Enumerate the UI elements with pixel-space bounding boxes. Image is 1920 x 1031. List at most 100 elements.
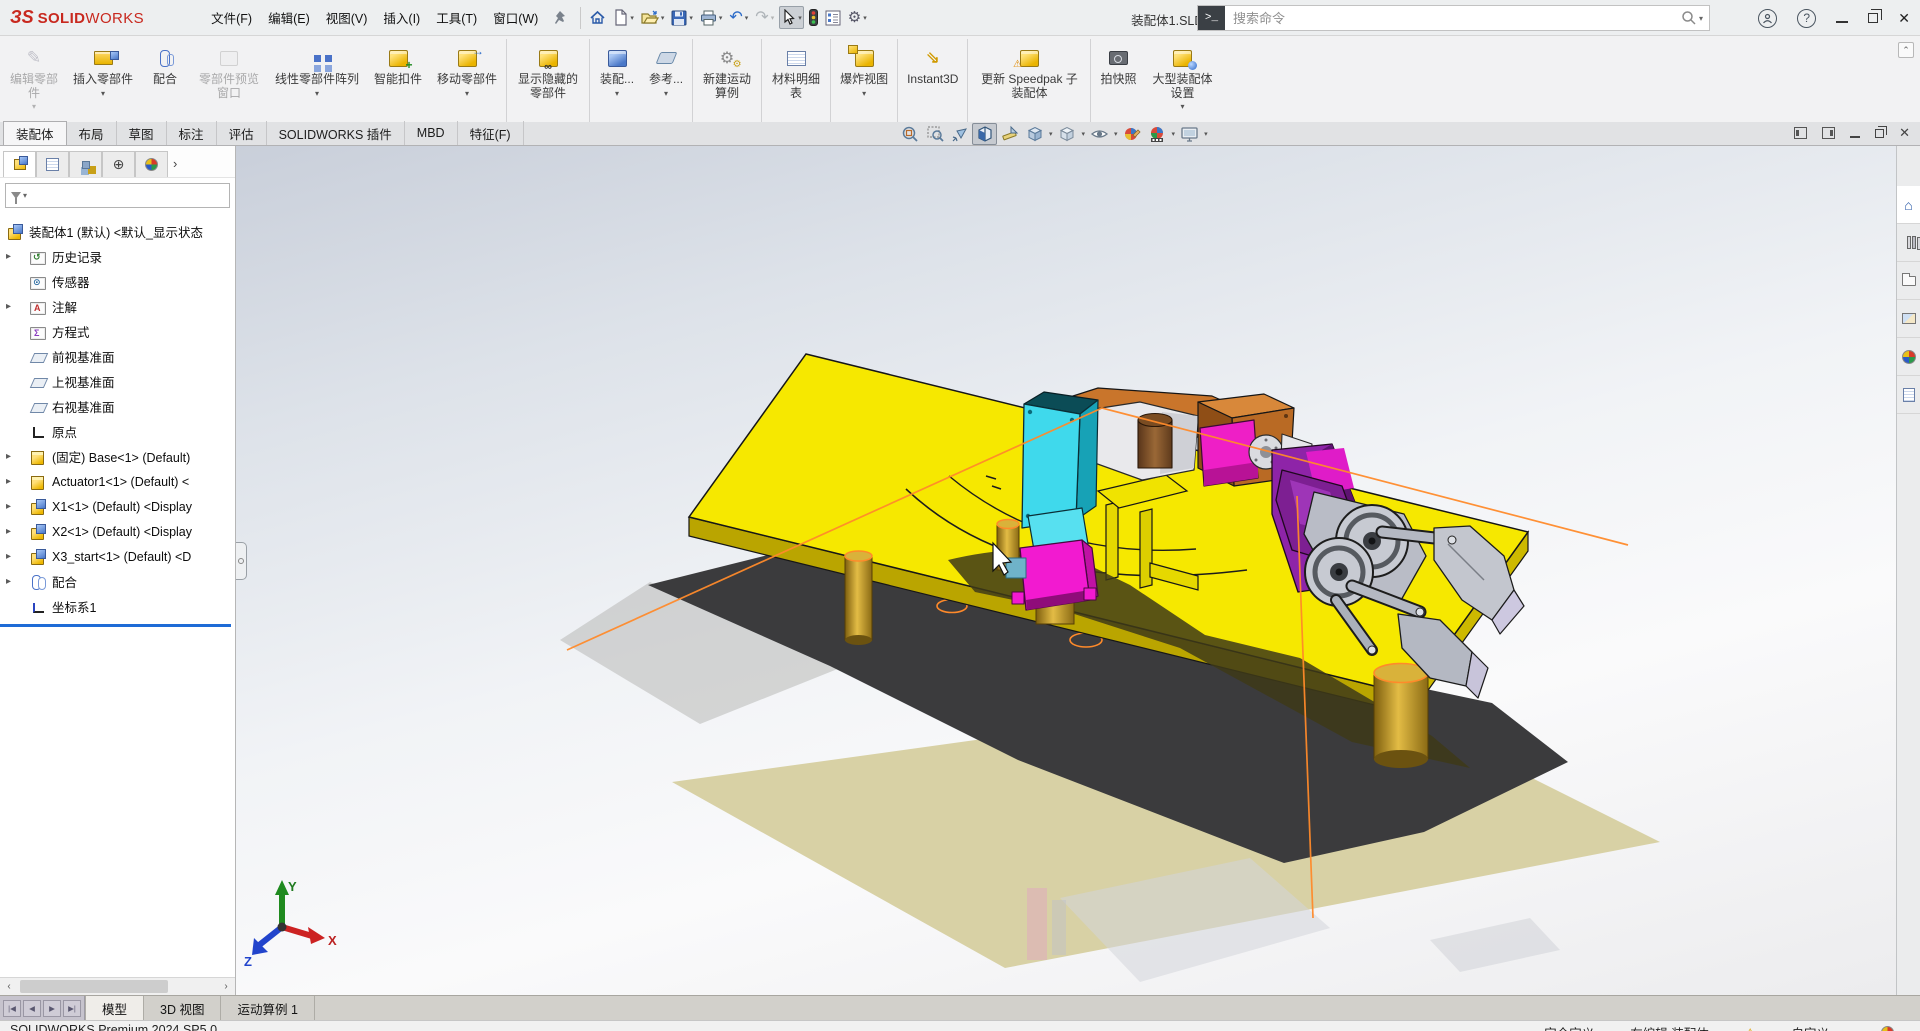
previous-view-icon[interactable] — [947, 123, 972, 145]
new-document-button[interactable]: ▾ — [611, 6, 636, 29]
next-tab-icon[interactable]: ▶ — [43, 1000, 61, 1017]
apply-scene-dropdown-icon[interactable]: ▾ — [1172, 130, 1176, 138]
display-style-icon[interactable] — [1055, 123, 1080, 145]
tree-item[interactable]: ▸ X2<1> (Default) <Display — [0, 519, 235, 544]
tree-item[interactable]: ▸ 右视基准面 — [0, 394, 235, 419]
previous-tab-icon[interactable]: ◀ — [23, 1000, 41, 1017]
unit-system-icon[interactable] — [1881, 1026, 1894, 1031]
taskpane-home-icon[interactable]: ⌂ — [1897, 186, 1920, 224]
tab-feature-manager[interactable] — [3, 151, 36, 177]
rebuild-button[interactable] — [807, 6, 820, 29]
search-icon[interactable] — [1681, 10, 1697, 26]
ribbon-button[interactable]: 材料明细表 — [764, 39, 831, 122]
ribbon-button[interactable]: 大型装配体设置 — [1143, 39, 1221, 122]
tab-configuration-manager[interactable] — [69, 151, 102, 177]
custom-properties-icon[interactable] — [1897, 376, 1920, 414]
tree-item[interactable]: ▸ X3_start<1> (Default) <D — [0, 544, 235, 569]
tree-item[interactable]: ▸ 历史记录 — [0, 244, 235, 269]
tree-item[interactable]: ▸ 原点 — [0, 419, 235, 444]
rollback-bar[interactable] — [0, 624, 231, 627]
command-tab[interactable]: 装配体 — [3, 121, 67, 145]
expand-arrow-icon[interactable]: ▸ — [6, 451, 29, 462]
view-orientation-dropdown-icon[interactable]: ▾ — [1049, 130, 1053, 138]
expand-arrow-icon[interactable]: ▸ — [6, 501, 29, 512]
tree-filter[interactable]: ▾ — [5, 183, 230, 208]
tab-property-manager[interactable] — [36, 151, 69, 177]
command-tab[interactable]: 评估 — [217, 121, 267, 145]
hide-show-items-icon[interactable] — [1087, 123, 1112, 145]
ribbon-button[interactable]: 线性零部件阵列 — [268, 39, 366, 122]
ribbon-button[interactable]: 参考... — [642, 39, 693, 122]
view-orientation-icon[interactable] — [1022, 123, 1047, 145]
expand-arrow-icon[interactable]: ▸ — [6, 551, 29, 562]
menu-item[interactable]: 编辑(E) — [261, 4, 317, 31]
menu-item[interactable]: 文件(F) — [204, 4, 259, 31]
ribbon-button[interactable]: 新建运动算例 — [695, 39, 762, 122]
tree-item[interactable]: ▸ 配合 — [0, 569, 235, 594]
view-settings-icon[interactable] — [1177, 123, 1202, 145]
panel-tabs-overflow-icon[interactable]: › — [173, 156, 177, 171]
tab-dimxpert-manager[interactable]: ⊕ — [102, 151, 135, 177]
menu-item[interactable]: 工具(T) — [429, 4, 484, 31]
tree-horizontal-scrollbar[interactable]: ‹ › — [0, 977, 235, 995]
account-icon[interactable] — [1758, 9, 1777, 28]
open-button[interactable]: ▾ — [639, 7, 667, 29]
command-tab[interactable]: 布局 — [67, 121, 117, 145]
tree-item[interactable]: ▸ 上视基准面 — [0, 369, 235, 394]
pin-menu-icon[interactable] — [553, 10, 566, 25]
ribbon-button[interactable]: 拍快照 — [1093, 39, 1143, 122]
tree-item[interactable]: ▸ 装配体1 (默认) <默认_显示状态 — [0, 219, 235, 244]
command-tab[interactable]: SOLIDWORKS 插件 — [267, 121, 405, 145]
scrollbar-thumb[interactable] — [20, 980, 168, 993]
ribbon-button[interactable]: 编辑零部件 — [2, 39, 66, 122]
command-tab[interactable]: 特征(F) — [458, 121, 524, 145]
collapse-pane-right-icon[interactable] — [1822, 127, 1835, 139]
expand-arrow-icon[interactable]: ▸ — [6, 576, 29, 587]
ribbon-button[interactable]: 装配... — [592, 39, 642, 122]
view-palette-icon[interactable] — [1897, 300, 1920, 338]
collapse-pane-left-icon[interactable] — [1794, 127, 1807, 139]
hide-show-dropdown-icon[interactable]: ▾ — [1114, 130, 1118, 138]
command-tab[interactable]: 草图 — [117, 121, 167, 145]
command-tab[interactable]: MBD — [405, 121, 458, 145]
tree-item[interactable]: ▸ 坐标系1 — [0, 594, 235, 619]
home-button[interactable] — [587, 6, 608, 29]
ribbon-button[interactable]: 智能扣件 — [366, 39, 430, 122]
menu-item[interactable]: 窗口(W) — [486, 4, 545, 31]
tab-display-manager[interactable] — [135, 151, 168, 177]
last-tab-icon[interactable]: ▶| — [63, 1000, 81, 1017]
ribbon-button[interactable]: Instant3D — [900, 39, 968, 122]
close-button[interactable]: ✕ — [1898, 11, 1910, 25]
search-input[interactable] — [1225, 11, 1681, 26]
print-button[interactable]: ▾ — [698, 7, 725, 29]
custom-dropdown[interactable]: 自定义 — [1791, 1023, 1829, 1031]
apply-scene-icon[interactable] — [1145, 123, 1170, 145]
command-tab[interactable]: 标注 — [167, 121, 217, 145]
expand-arrow-icon[interactable]: ▸ — [6, 526, 29, 537]
scrollbar-track[interactable] — [18, 978, 217, 995]
expand-arrow-icon[interactable]: ▸ — [6, 251, 29, 262]
settings-button[interactable]: ⚙▾ — [846, 8, 869, 28]
bottom-tab[interactable]: 模型 — [85, 996, 144, 1020]
tree-item[interactable]: ▸ Actuator1<1> (Default) < — [0, 469, 235, 494]
doc-close-button[interactable]: ✕ — [1899, 125, 1910, 141]
minimize-button[interactable] — [1836, 21, 1848, 23]
undo-button[interactable]: ↶▾ — [727, 8, 750, 28]
scroll-left-icon[interactable]: ‹ — [0, 981, 18, 992]
tree-item[interactable]: ▸ 注解 — [0, 294, 235, 319]
design-library-icon[interactable] — [1897, 224, 1920, 262]
panel-flyout-handle[interactable] — [236, 542, 247, 580]
menu-item[interactable]: 插入(I) — [376, 4, 427, 31]
ribbon-button[interactable]: 插入零部件 — [66, 39, 140, 122]
save-button[interactable]: ▾ — [669, 7, 695, 29]
restore-button[interactable] — [1868, 13, 1878, 23]
doc-minimize-button[interactable] — [1850, 136, 1860, 138]
tree-item[interactable]: ▸ 传感器 — [0, 269, 235, 294]
ribbon-button[interactable]: 配合 — [140, 39, 190, 122]
ribbon-button[interactable]: 显示隐藏的零部件 — [509, 39, 590, 122]
display-style-dropdown-icon[interactable]: ▾ — [1082, 130, 1086, 138]
graphics-viewport[interactable]: Y X Z — [236, 146, 1896, 995]
tree-item[interactable]: ▸ 前视基准面 — [0, 344, 235, 369]
tree-item[interactable]: ▸ 方程式 — [0, 319, 235, 344]
section-view-icon[interactable] — [972, 123, 997, 145]
